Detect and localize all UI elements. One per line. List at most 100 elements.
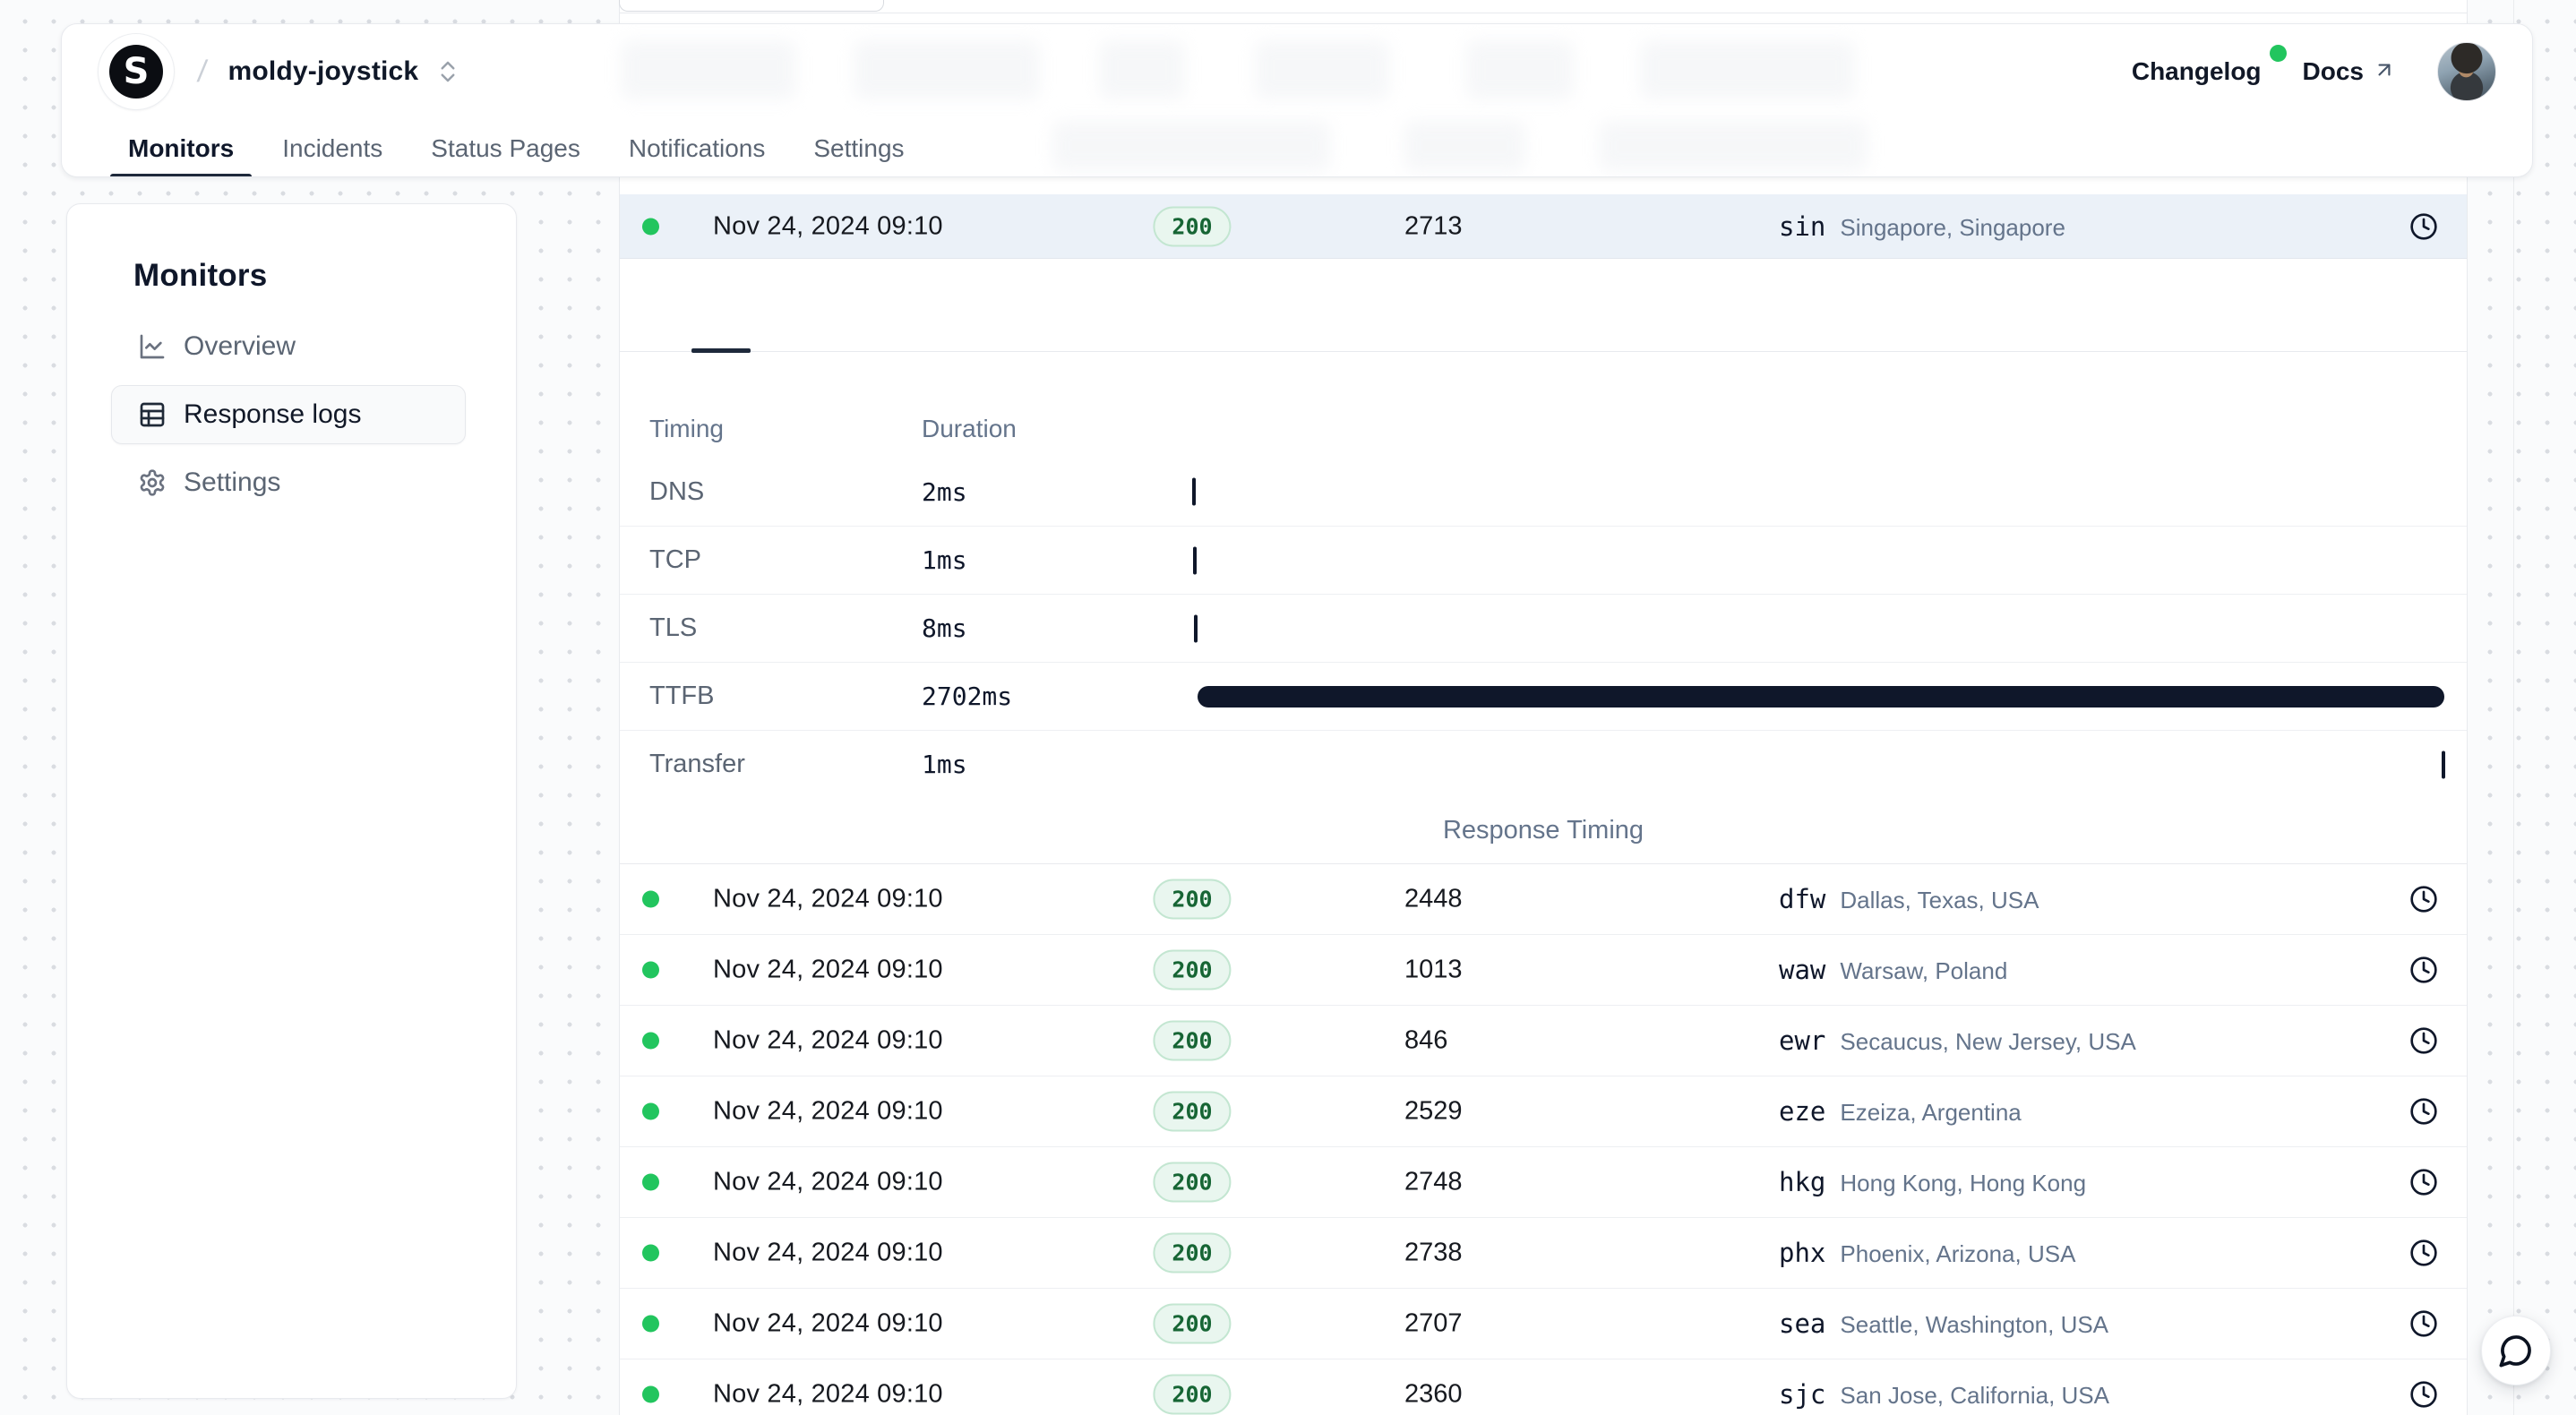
sidebar-item-label: Settings	[184, 467, 280, 498]
detail-tab-assertions[interactable]	[810, 259, 869, 351]
table-icon	[138, 400, 167, 429]
status-badge: 200	[1153, 879, 1231, 920]
log-row-waw[interactable]: Nov 24, 2024 09:10 200 1013 waw Warsaw, …	[620, 935, 2467, 1006]
log-latency: 1013	[1404, 956, 1463, 985]
line-chart-icon	[138, 332, 167, 361]
region-code: sea	[1779, 1308, 1825, 1339]
breadcrumb-project-name: moldy-joystick	[228, 56, 418, 87]
region-location: San Jose, California, USA	[1840, 1382, 2109, 1410]
timing-caption: Response Timing	[620, 798, 2467, 864]
status-badge: 200	[1153, 1233, 1231, 1274]
sidebar-item-icon	[138, 332, 167, 361]
nav-tab-notifications[interactable]: Notifications	[611, 119, 784, 177]
log-timestamp: Nov 24, 2024 09:10	[713, 1309, 943, 1339]
clock-icon[interactable]	[2409, 1026, 2438, 1055]
status-badge: 200	[1153, 206, 1231, 246]
clock-icon[interactable]	[2409, 1239, 2438, 1267]
app-logo[interactable]: S	[98, 33, 175, 110]
region-code: hkg	[1779, 1167, 1825, 1197]
status-badge: 200	[1153, 1021, 1231, 1061]
status-badge: 200	[1153, 950, 1231, 990]
log-latency: 2748	[1404, 1168, 1463, 1197]
timing-track	[1192, 682, 2445, 712]
clock-icon[interactable]	[2409, 212, 2438, 241]
nav-tab-label: Notifications	[629, 134, 766, 163]
chat-bubble-icon	[2498, 1333, 2534, 1368]
timing-bar	[1192, 478, 1196, 506]
changelog-link[interactable]: Changelog	[2132, 57, 2262, 86]
timing-row: TTFB 2702ms	[620, 662, 2467, 730]
timing-bar	[1198, 686, 2445, 708]
log-region: sin Singapore, Singapore	[1779, 211, 2065, 242]
nav-tab-label: Status Pages	[431, 134, 580, 163]
status-badge: 200	[1153, 1092, 1231, 1132]
detail-tab-message[interactable]	[751, 259, 810, 351]
sidebar: Monitors Overview Response logs Settings	[66, 203, 517, 1399]
clock-icon[interactable]	[2409, 885, 2438, 913]
sidebar-item-overview[interactable]: Overview	[111, 317, 466, 376]
response-logs-panel: Nov 24, 2024 09:10 200 2713 sin Singapor…	[619, 0, 2468, 1415]
log-row-sea[interactable]: Nov 24, 2024 09:10 200 2707 sea Seattle,…	[620, 1289, 2467, 1359]
log-row-sjc[interactable]: Nov 24, 2024 09:10 200 2360 sjc San Jose…	[620, 1359, 2467, 1415]
user-avatar[interactable]	[2437, 42, 2496, 101]
timing-table-header: Timing Duration	[620, 400, 2467, 458]
timing-row: DNS 2ms	[620, 458, 2467, 526]
region-code: sin	[1779, 211, 1825, 242]
sidebar-item-settings[interactable]: Settings	[111, 453, 466, 512]
nav-tab-settings[interactable]: Settings	[795, 119, 922, 177]
region-code: waw	[1779, 955, 1825, 985]
external-link-icon	[2373, 58, 2396, 86]
selected-log-row[interactable]: Nov 24, 2024 09:10 200 2713 sin Singapor…	[620, 194, 2467, 259]
clock-icon[interactable]	[2409, 1309, 2438, 1338]
project-switcher-icon[interactable]	[434, 58, 461, 85]
status-ok-dot	[642, 1245, 659, 1262]
detail-tab-headers[interactable]	[632, 259, 691, 351]
timing-row: TLS 8ms	[620, 594, 2467, 662]
nav-tab-label: Incidents	[282, 134, 382, 163]
clock-icon[interactable]	[2409, 956, 2438, 984]
nav-tab-status-pages[interactable]: Status Pages	[413, 119, 598, 177]
log-row-ewr[interactable]: Nov 24, 2024 09:10 200 846 ewr Secaucus,…	[620, 1006, 2467, 1076]
docs-link[interactable]: Docs	[2303, 57, 2396, 86]
log-region: sjc San Jose, California, USA	[1779, 1379, 2109, 1410]
gear-icon	[138, 468, 167, 497]
sidebar-nav: Overview Response logs Settings	[111, 317, 466, 512]
log-row-phx[interactable]: Nov 24, 2024 09:10 200 2738 phx Phoenix,…	[620, 1218, 2467, 1289]
log-latency: 2360	[1404, 1380, 1463, 1410]
chat-button[interactable]	[2481, 1316, 2551, 1385]
status-ok-dot	[642, 1033, 659, 1050]
timing-bar	[2442, 750, 2445, 778]
region-code: dfw	[1779, 884, 1825, 914]
sidebar-item-label: Overview	[184, 331, 296, 362]
timing-track	[1192, 750, 2445, 780]
status-ok-dot	[642, 962, 659, 979]
nav-tab-incidents[interactable]: Incidents	[264, 119, 400, 177]
detail-tab-timing[interactable]	[691, 259, 751, 351]
nav-tab-monitors[interactable]: Monitors	[110, 119, 252, 177]
timing-duration-value: 1ms	[922, 750, 1192, 779]
region-location: Warsaw, Poland	[1840, 957, 2007, 985]
log-region: sea Seattle, Washington, USA	[1779, 1308, 2108, 1339]
log-region: dfw Dallas, Texas, USA	[1779, 884, 2039, 914]
changelog-label: Changelog	[2132, 57, 2262, 85]
timing-duration-value: 2702ms	[922, 682, 1192, 711]
sidebar-item-response-logs[interactable]: Response logs	[111, 385, 466, 444]
log-region: waw Warsaw, Poland	[1779, 955, 2007, 985]
docs-label: Docs	[2303, 57, 2364, 86]
log-row-dfw[interactable]: Nov 24, 2024 09:10 200 2448 dfw Dallas, …	[620, 864, 2467, 935]
log-region: hkg Hong Kong, Hong Kong	[1779, 1167, 2086, 1197]
status-badge: 200	[1153, 1375, 1231, 1415]
header-actions: Changelog Docs	[2132, 42, 2496, 101]
clock-icon[interactable]	[2409, 1380, 2438, 1409]
sidebar-title: Monitors	[133, 258, 466, 294]
clock-icon[interactable]	[2409, 1168, 2438, 1196]
status-ok-dot	[642, 1103, 659, 1120]
region-code: eze	[1779, 1096, 1825, 1127]
region-code: sjc	[1779, 1379, 1825, 1410]
log-row-eze[interactable]: Nov 24, 2024 09:10 200 2529 eze Ezeiza, …	[620, 1076, 2467, 1147]
log-row-hkg[interactable]: Nov 24, 2024 09:10 200 2748 hkg Hong Kon…	[620, 1147, 2467, 1218]
timing-waterfall: DNS 2ms TCP 1ms TLS 8ms TTFB 2702ms Tran…	[620, 458, 2467, 798]
clock-icon[interactable]	[2409, 1097, 2438, 1126]
app-header: S / moldy-joystick Changelog Docs Monito…	[61, 23, 2533, 177]
nav-tab-label: Monitors	[128, 134, 234, 163]
